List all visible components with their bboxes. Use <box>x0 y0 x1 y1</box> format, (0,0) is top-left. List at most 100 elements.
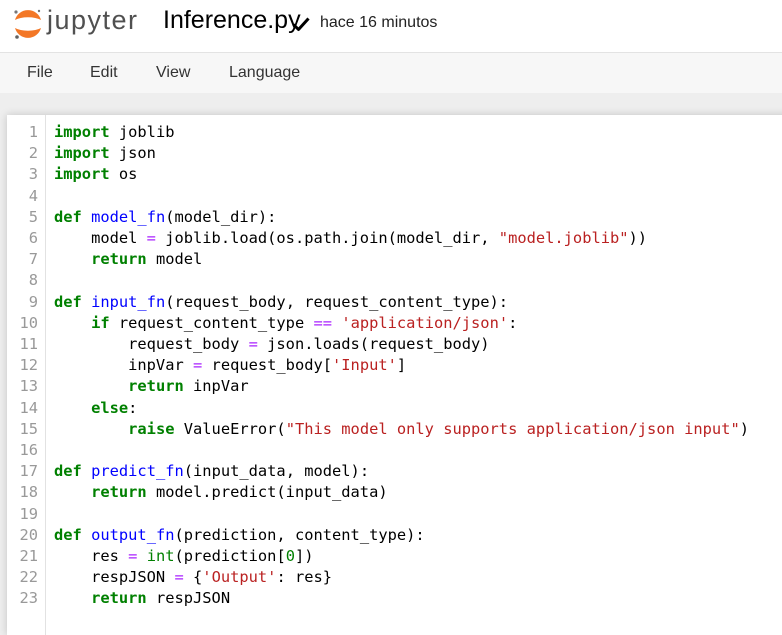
code-text: res = int(prediction[0]) <box>54 546 314 567</box>
code-line[interactable]: 23 return respJSON <box>7 588 782 609</box>
code-line[interactable]: 19 <box>7 504 782 525</box>
code-text: raise ValueError("This model only suppor… <box>54 419 749 440</box>
code-token: else <box>91 398 129 417</box>
code-line[interactable]: 4 <box>7 186 782 207</box>
code-token: ] <box>396 356 407 375</box>
code-line[interactable]: 9 def input_fn(request_body, request_cont… <box>7 292 782 313</box>
code-token: res <box>54 547 129 565</box>
code-token: ValueError( <box>174 419 286 438</box>
line-number: 11 <box>19 335 38 353</box>
code-token: def <box>54 462 82 481</box>
code-line[interactable]: 10 if request_content_type == 'applicati… <box>7 313 782 334</box>
code-line[interactable]: 21 res = int(prediction[0]) <box>7 546 782 567</box>
line-number: 22 <box>19 568 38 587</box>
code-line[interactable]: 11 request_body = json.loads(request_bod… <box>7 334 782 355</box>
menu-view[interactable]: View <box>156 64 190 82</box>
code-token: = <box>248 335 258 353</box>
line-number: 4 <box>28 186 38 205</box>
code-token: respJSON <box>146 589 231 608</box>
line-number: 13 <box>19 377 38 396</box>
code-token: def <box>54 292 82 311</box>
code-line[interactable]: 18 return model.predict(input_data) <box>7 482 782 503</box>
editor-area: 1 import joblib 2 import json 3 import os 4 5 de… <box>0 93 782 635</box>
code-token: : res} <box>276 568 333 587</box>
jupyter-logo-icon[interactable] <box>11 7 45 41</box>
code-token: (model_dir): <box>165 207 277 226</box>
code-text: def predict_fn(input_data, model): <box>54 461 369 482</box>
code-line[interactable]: 3 import os <box>7 164 782 185</box>
line-number: 21 <box>19 547 38 565</box>
code-token: raise <box>128 419 175 438</box>
code-token: import <box>54 144 110 163</box>
code-line[interactable]: 14 else: <box>7 398 782 419</box>
line-number: 19 <box>19 504 38 523</box>
code-line[interactable]: 15 raise ValueError("This model only sup… <box>7 419 782 440</box>
header: jupyter Inference.py hace 16 minutos <box>0 0 782 52</box>
code-token: 0 <box>285 547 295 565</box>
code-token: = <box>193 356 203 375</box>
line-number: 10 <box>19 313 38 332</box>
code-text: import json <box>54 143 156 164</box>
code-token: == <box>313 313 333 332</box>
code-text: respJSON = {'Output': res} <box>54 567 332 588</box>
logo-text[interactable]: jupyter <box>47 5 139 36</box>
line-number: 2 <box>28 144 38 163</box>
code-text: def input_fn(request_body, request_conte… <box>54 292 508 313</box>
menu-edit[interactable]: Edit <box>90 64 118 82</box>
menu-language[interactable]: Language <box>229 64 300 82</box>
code-token: ) <box>739 419 750 438</box>
code-line[interactable]: 7 return model <box>7 249 782 270</box>
code-editor[interactable]: 1 import joblib 2 import json 3 import os 4 5 de… <box>7 115 782 635</box>
code-line[interactable]: 12 inpVar = request_body['Input'] <box>7 355 782 376</box>
code-token: input_fn <box>91 292 166 311</box>
code-line[interactable]: 6 model = joblib.load(os.path.join(model… <box>7 228 782 249</box>
code-line[interactable]: 17 def predict_fn(input_data, model): <box>7 461 782 482</box>
line-number: 16 <box>19 441 38 459</box>
code-token: ]) <box>295 547 314 565</box>
code-token: inpVar <box>183 377 249 396</box>
code-token: import <box>54 123 110 141</box>
code-line[interactable]: 20 def output_fn(prediction, content_type… <box>7 525 782 546</box>
code-line[interactable]: 5 def model_fn(model_dir): <box>7 207 782 228</box>
code-line[interactable]: 16 <box>7 440 782 461</box>
code-line[interactable]: 22 respJSON = {'Output': res} <box>7 567 782 588</box>
code-text: def output_fn(prediction, content_type): <box>54 525 425 546</box>
code-token: { <box>183 568 203 587</box>
line-number: 14 <box>19 398 38 417</box>
code-token: model <box>146 250 203 269</box>
code-token: )) <box>628 229 648 247</box>
code-token: = <box>174 568 184 587</box>
code-token: predict_fn <box>91 462 184 481</box>
code-line[interactable]: 13 return inpVar <box>7 376 782 397</box>
line-number: 23 <box>19 589 38 608</box>
code-token: request_content_type <box>109 313 314 332</box>
code-token: = <box>146 229 156 247</box>
code-line[interactable]: 1 import joblib <box>7 122 782 143</box>
code-token: inpVar <box>54 356 193 375</box>
code-text: return model <box>54 249 202 270</box>
code-token: json.loads(request_body) <box>257 335 490 353</box>
menu-file[interactable]: File <box>27 64 53 82</box>
code-text: else: <box>54 398 137 419</box>
code-token: if <box>91 313 110 332</box>
code-token: (request_body, request_content_type): <box>165 292 509 311</box>
code-line[interactable]: 2 import json <box>7 143 782 164</box>
code-token: (prediction, content_type): <box>174 525 425 544</box>
code-token: import <box>54 165 110 184</box>
notebook-name[interactable]: Inference.py <box>163 6 301 35</box>
check-icon <box>292 17 310 31</box>
code-token: def <box>54 207 82 226</box>
code-token: return <box>91 250 147 269</box>
code-token: request_body[ <box>202 356 333 375</box>
code-text: if request_content_type == 'application/… <box>54 313 517 334</box>
code-line[interactable]: 8 <box>7 270 782 291</box>
line-number: 7 <box>28 250 38 269</box>
